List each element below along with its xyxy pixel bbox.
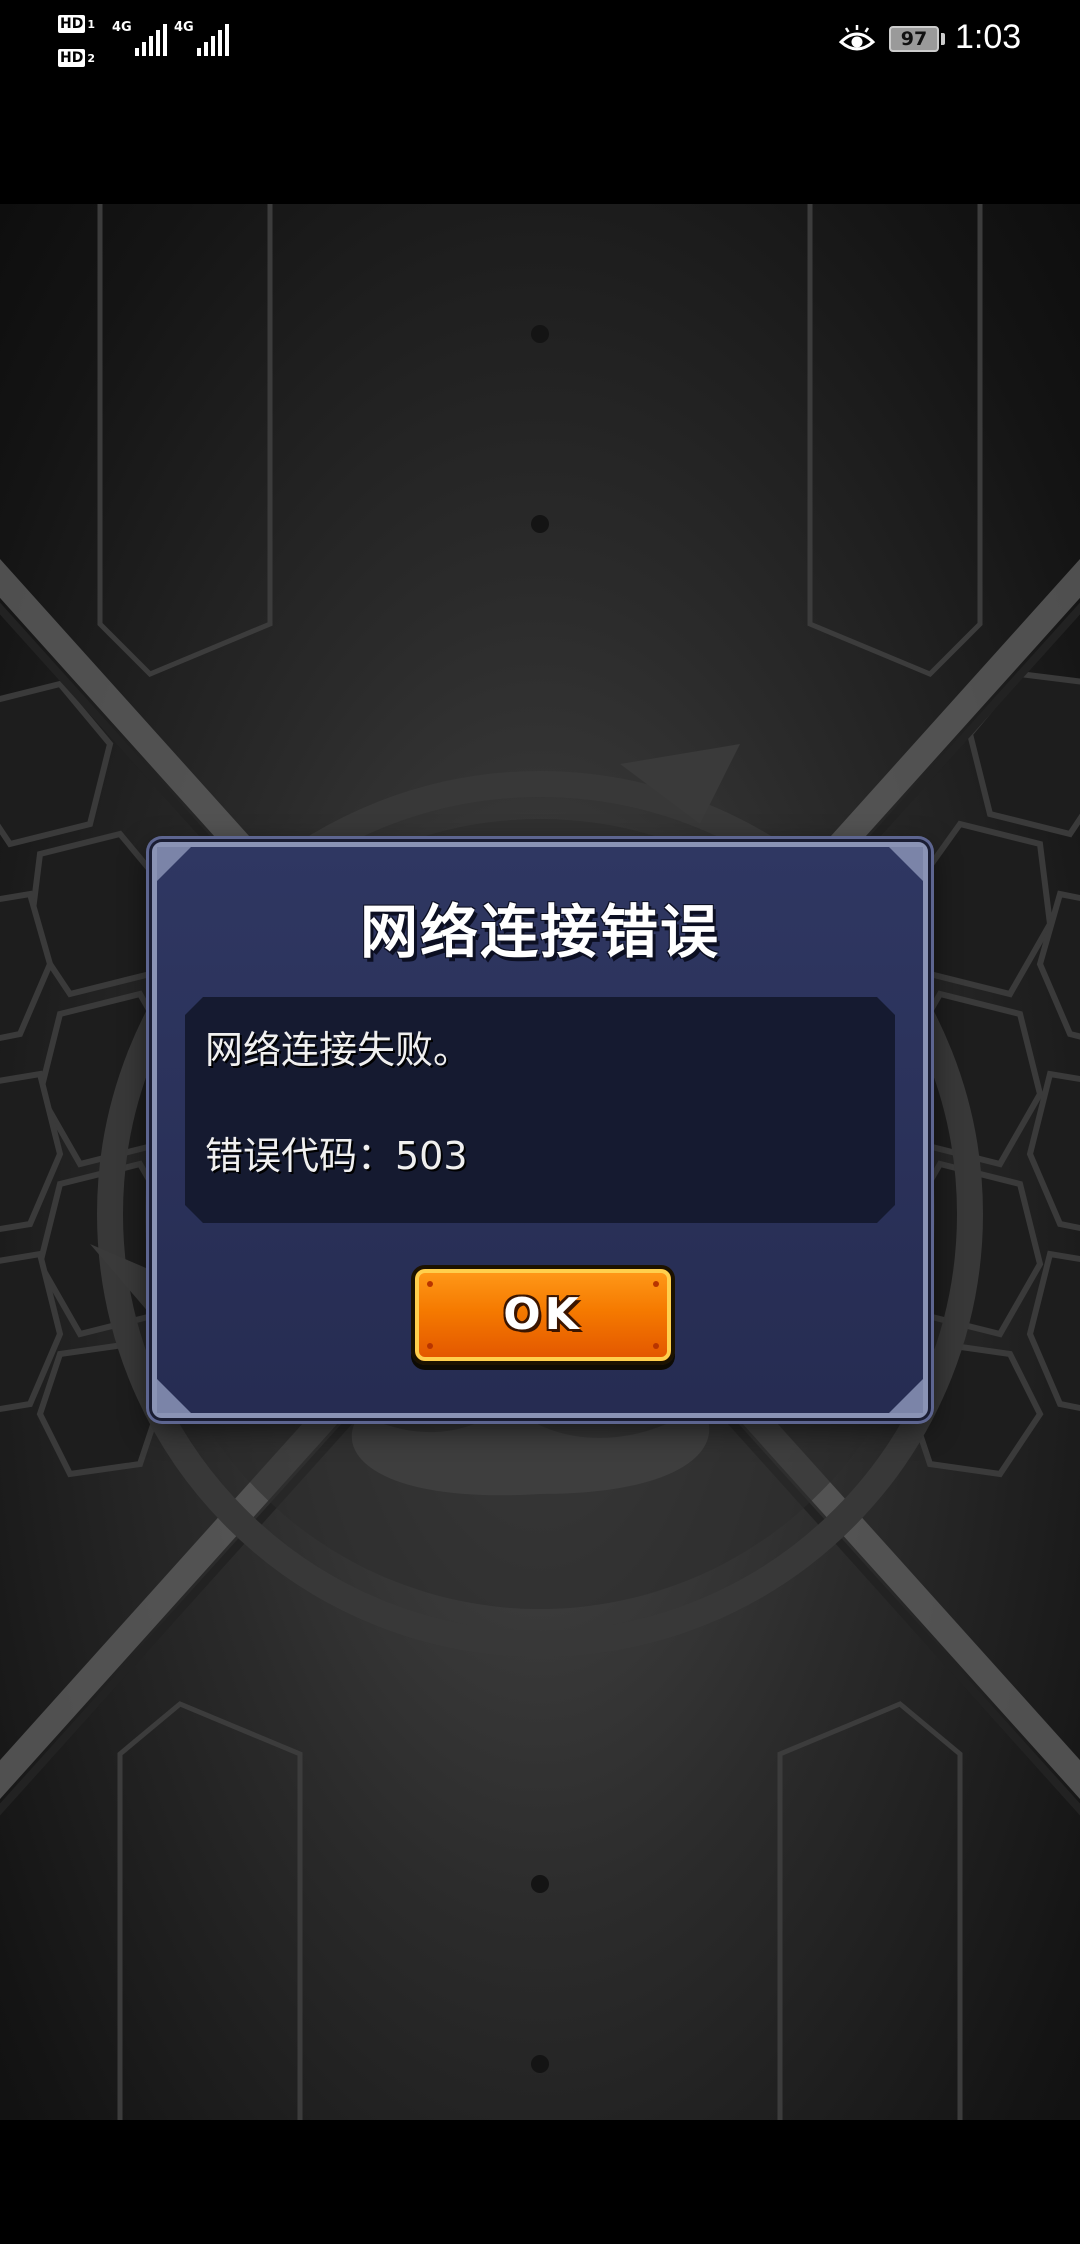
hd-label: HD bbox=[58, 49, 86, 67]
clock: 1:03 bbox=[955, 18, 1022, 56]
sim-index: 1 bbox=[87, 18, 95, 31]
error-message: 网络连接失败。 bbox=[205, 1028, 472, 1072]
button-rivet bbox=[653, 1343, 659, 1349]
hd-label: HD bbox=[58, 15, 86, 33]
navigation-bar bbox=[0, 2120, 1080, 2244]
dialog-title: 网络连接错误 bbox=[359, 898, 720, 966]
error-dialog: 网络连接错误 网络连接失败。 错误代码：503 OK bbox=[152, 842, 928, 1418]
battery-tip bbox=[941, 33, 945, 45]
network-type: 4G bbox=[112, 20, 132, 35]
network-type: 4G bbox=[174, 20, 194, 35]
sim1-hd-indicator: HD 1 bbox=[58, 14, 95, 34]
dialog-corner bbox=[157, 847, 191, 881]
signal-strength-icon: 4G bbox=[174, 20, 232, 56]
battery-level: 97 bbox=[900, 28, 928, 50]
button-rivet bbox=[427, 1343, 433, 1349]
button-rivet bbox=[427, 1281, 433, 1287]
dialog-corner bbox=[889, 847, 923, 881]
sim2-hd-indicator: HD 2 bbox=[58, 48, 95, 68]
sim-index: 2 bbox=[87, 52, 95, 65]
signal-strength-icon: 4G bbox=[112, 20, 170, 56]
button-rivet bbox=[653, 1281, 659, 1287]
eye-icon bbox=[838, 25, 876, 51]
screen: HD 1 HD 2 4G 4G 97 1:03 网络连接错误 网络连接失败。 错… bbox=[0, 0, 1080, 2244]
battery-icon: 97 bbox=[889, 26, 939, 52]
error-code: 错误代码：503 bbox=[205, 1134, 468, 1178]
ok-button-label: OK bbox=[503, 1289, 583, 1340]
dialog-corner bbox=[157, 1379, 191, 1413]
status-bar: HD 1 HD 2 4G 4G 97 1:03 bbox=[0, 0, 1080, 82]
dialog-corner bbox=[889, 1379, 923, 1413]
ok-button[interactable]: OK bbox=[411, 1265, 675, 1365]
message-panel: 网络连接失败。 错误代码：503 bbox=[185, 997, 895, 1223]
